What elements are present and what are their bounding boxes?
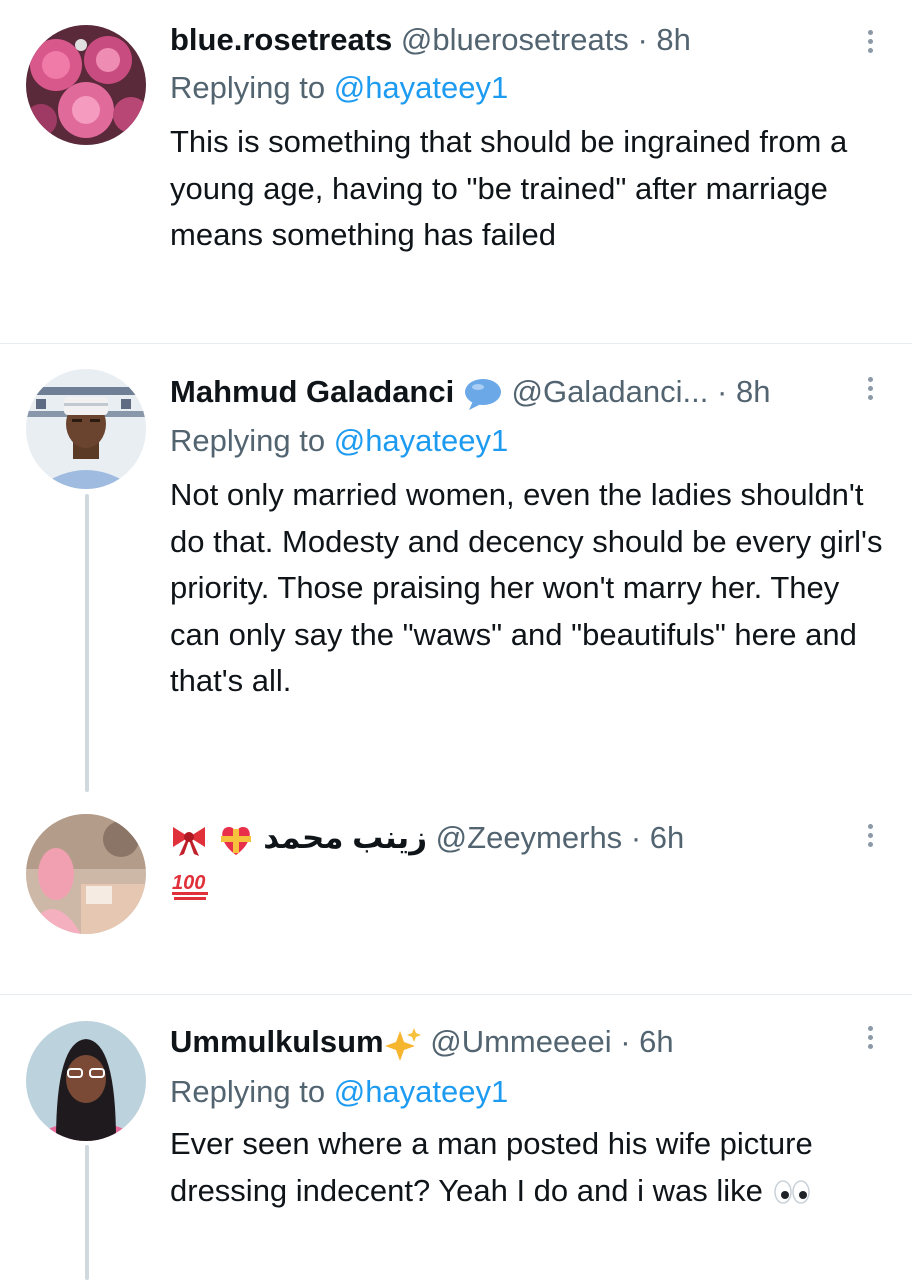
tweet-zeeymerhs[interactable]: زينب محمد @Zeeymerhs · 6h 100 xyxy=(0,792,912,994)
hundred-points-icon: 100 xyxy=(172,872,208,900)
tweet-header: زينب محمد @Zeeymerhs · 6h xyxy=(170,818,852,858)
avatar[interactable] xyxy=(26,1021,146,1141)
user-handle[interactable]: @Galadanci... xyxy=(511,374,708,409)
separator-dot: · xyxy=(637,22,648,57)
timestamp[interactable]: 8h xyxy=(656,22,690,57)
separator-dot: · xyxy=(717,374,728,409)
tweet-header: Mahmud Galadanci @Galadanci... · 8h xyxy=(170,372,852,412)
timestamp[interactable]: 8h xyxy=(736,374,770,409)
separator-dot: · xyxy=(630,820,642,855)
replying-to: Replying to @hayateey1 xyxy=(170,1072,508,1112)
more-options-icon[interactable] xyxy=(864,377,876,404)
avatar[interactable] xyxy=(26,25,146,145)
tweet-text: Ever seen where a man posted his wife pi… xyxy=(170,1121,890,1214)
avatar[interactable] xyxy=(26,369,146,489)
tweet-text-content: Ever seen where a man posted his wife pi… xyxy=(170,1126,813,1208)
replying-prefix: Replying to xyxy=(170,423,334,458)
replying-to-link[interactable]: @hayateey1 xyxy=(334,423,509,458)
user-handle[interactable]: @Ummeeeei xyxy=(430,1024,611,1059)
replying-to: Replying to @hayateey1 xyxy=(170,421,508,461)
separator-dot: · xyxy=(620,1024,631,1059)
tweet-galadanci[interactable]: Mahmud Galadanci @Galadanci... · 8h Repl… xyxy=(0,344,912,792)
more-options-icon[interactable] xyxy=(864,824,876,851)
tweet-text: Not only married women, even the ladies … xyxy=(170,477,883,698)
replying-to-link[interactable]: @hayateey1 xyxy=(334,70,509,105)
display-name[interactable]: زينب محمد xyxy=(263,820,427,855)
tweet-bluerosetreats[interactable]: blue.rosetreats @bluerosetreats · 8h Rep… xyxy=(0,0,912,343)
thread-line xyxy=(85,1145,89,1280)
replying-to: Replying to @hayateey1 xyxy=(170,68,508,108)
speech-bubble-icon xyxy=(464,378,501,410)
display-name[interactable]: blue.rosetreats xyxy=(170,22,392,57)
replying-prefix: Replying to xyxy=(170,70,334,105)
replying-prefix: Replying to xyxy=(170,1074,334,1109)
avatar[interactable] xyxy=(26,814,146,934)
tweet-header: Ummulkulsum @Ummeeeei · 6h xyxy=(170,1022,852,1062)
user-handle[interactable]: @bluerosetreats xyxy=(401,22,629,57)
heart-with-ribbon-icon xyxy=(220,826,251,855)
eyes-icon xyxy=(773,1180,810,1205)
timestamp[interactable]: 6h xyxy=(639,1024,673,1059)
tweet-text: This is something that should be ingrain… xyxy=(170,124,848,252)
tweet-ummeeeei[interactable]: Ummulkulsum @Ummeeeei · 6h Replying to @… xyxy=(0,995,912,1280)
more-options-icon[interactable] xyxy=(864,1026,876,1053)
display-name[interactable]: Ummulkulsum xyxy=(170,1024,384,1059)
svg-text:100: 100 xyxy=(172,872,205,894)
tweet-text: 100 xyxy=(170,860,890,907)
replying-to-link[interactable]: @hayateey1 xyxy=(334,1074,509,1109)
tweet-header: blue.rosetreats @bluerosetreats · 8h xyxy=(170,20,852,60)
sparkles-icon xyxy=(384,1027,421,1061)
more-options-icon[interactable] xyxy=(864,30,876,57)
ribbon-icon xyxy=(173,826,205,856)
timestamp[interactable]: 6h xyxy=(650,820,684,855)
user-handle[interactable]: @Zeeymerhs xyxy=(436,820,623,855)
display-name[interactable]: Mahmud Galadanci xyxy=(170,374,454,409)
thread-line xyxy=(85,494,89,792)
